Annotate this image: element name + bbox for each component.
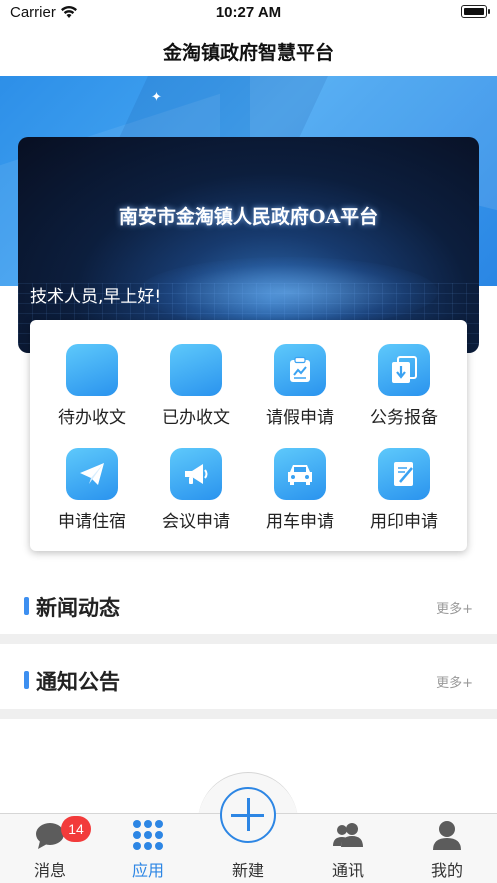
app-vehicle-request[interactable]: 用车申请 <box>248 424 352 532</box>
status-time: 10:27 AM <box>215 4 282 21</box>
notebook-pen-icon <box>378 448 430 500</box>
blank-app-icon <box>170 344 222 396</box>
app-accommodation-request[interactable]: 申请住宿 <box>40 424 144 532</box>
app-meeting-request[interactable]: 会议申请 <box>144 424 248 532</box>
tab-label: 应用 <box>131 861 164 880</box>
blank-app-icon <box>66 344 118 396</box>
status-bar: Carrier 10:27 AM <box>0 0 497 26</box>
tab-me[interactable]: 我的 <box>412 814 482 883</box>
app-grid-card: 待办收文 已办收文 请假申请 公务报备 申请住宿 会议申请 用车申请 用印申请 <box>30 320 467 551</box>
app-seal-request[interactable]: 用印申请 <box>352 424 456 532</box>
clipboard-chart-icon <box>274 344 326 396</box>
divider <box>0 634 497 644</box>
notice-more-link[interactable]: 更多+ <box>436 672 473 691</box>
sparkle-icon: ✦ <box>151 90 162 105</box>
app-official-report[interactable]: 公务报备 <box>352 320 456 428</box>
tab-label: 新建 <box>231 861 264 880</box>
tab-messages[interactable]: 14 消息 <box>15 814 91 883</box>
battery-icon <box>461 5 490 18</box>
plus-circle-icon[interactable] <box>220 787 276 843</box>
person-icon <box>433 821 461 850</box>
app-label: 用印申请 <box>370 512 438 532</box>
section-marker <box>24 597 29 615</box>
tab-apps[interactable]: 应用 <box>113 814 183 883</box>
app-label: 用车申请 <box>266 512 334 532</box>
grid-dots-icon <box>133 820 163 850</box>
tab-label: 我的 <box>430 861 463 880</box>
app-done-received[interactable]: 已办收文 <box>144 320 248 428</box>
tab-label: 消息 <box>33 861 66 880</box>
contacts-icon <box>333 823 363 847</box>
news-section: 新闻动态 更多+ <box>0 576 497 636</box>
app-pending-received[interactable]: 待办收文 <box>40 320 144 428</box>
megaphone-icon <box>170 448 222 500</box>
nav-bar: 金淘镇政府智慧平台 <box>0 26 497 76</box>
page-title: 金淘镇政府智慧平台 <box>162 42 334 64</box>
app-leave-request[interactable]: 请假申请 <box>248 320 352 428</box>
notice-section: 通知公告 更多+ <box>0 650 497 710</box>
app-label: 申请住宿 <box>58 512 126 532</box>
app-label: 会议申请 <box>162 512 230 532</box>
section-marker <box>24 671 29 689</box>
paper-plane-icon <box>66 448 118 500</box>
tab-label: 通讯 <box>331 861 364 880</box>
news-more-link[interactable]: 更多+ <box>436 598 473 617</box>
banner-title: 南安市金淘镇人民政府OA平台 <box>118 206 379 228</box>
tab-contacts[interactable]: 通讯 <box>313 814 383 883</box>
section-title: 通知公告 <box>36 670 120 694</box>
banner-greeting: 技术人员,早上好! <box>30 287 162 307</box>
section-title: 新闻动态 <box>36 596 120 620</box>
car-icon <box>274 448 326 500</box>
divider <box>0 709 497 719</box>
download-document-icon <box>378 344 430 396</box>
unread-badge: 14 <box>61 816 91 842</box>
